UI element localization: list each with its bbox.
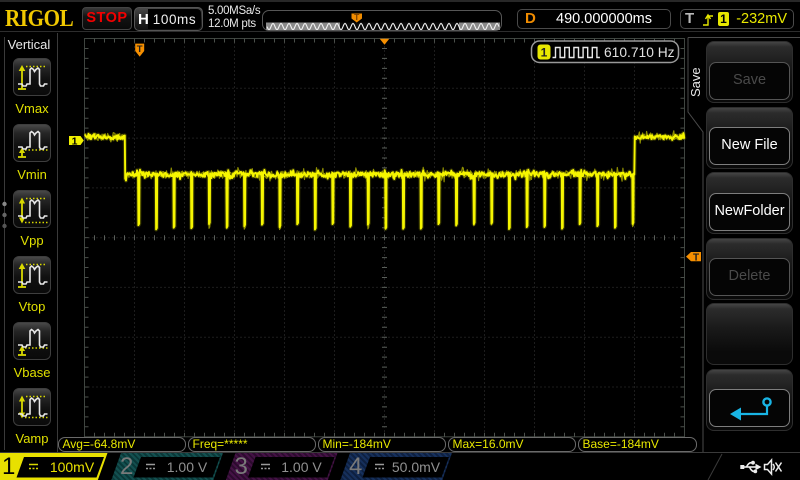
svg-text:610.710 Hz: 610.710 Hz	[604, 45, 675, 60]
svg-text:T: T	[693, 252, 699, 263]
svg-text:1: 1	[541, 46, 548, 60]
svg-text:T: T	[137, 44, 143, 55]
svg-text:T: T	[354, 12, 360, 22]
svg-text:1: 1	[72, 136, 78, 148]
